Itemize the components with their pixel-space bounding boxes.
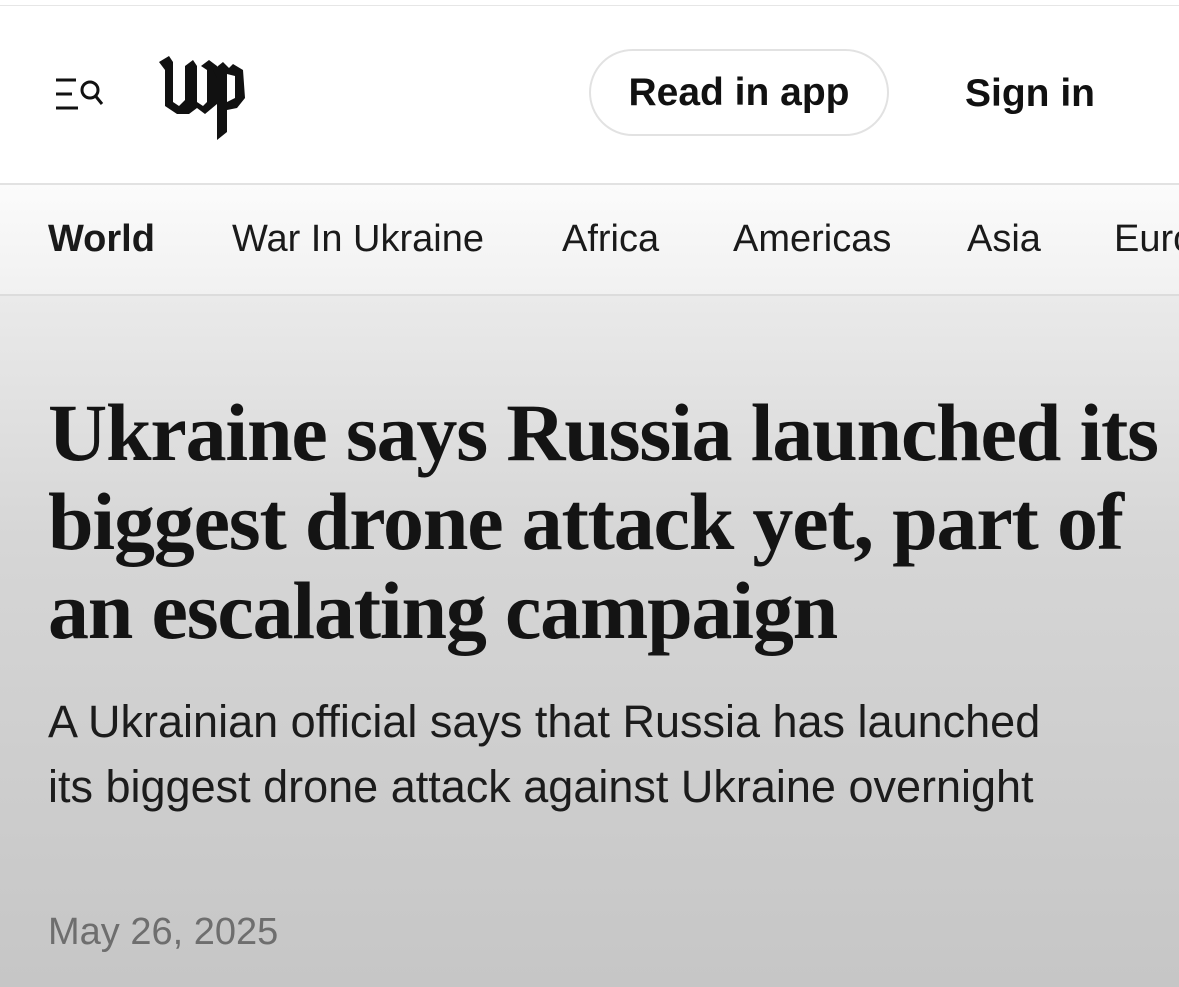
nav-item-africa[interactable]: Africa (562, 185, 659, 294)
read-in-app-button[interactable]: Read in app (589, 49, 889, 136)
article-hero: Ukraine says Russia launched its biggest… (0, 296, 1179, 987)
nav-item-asia[interactable]: Asia (967, 185, 1041, 294)
washington-post-logo[interactable] (155, 48, 255, 143)
nav-item-war-in-ukraine[interactable]: War In Ukraine (232, 185, 484, 294)
menu-search-button[interactable] (48, 68, 108, 120)
nav-item-americas[interactable]: Americas (733, 185, 891, 294)
nav-item-world[interactable]: World (48, 185, 155, 294)
site-header: Read in app Sign in (0, 6, 1179, 185)
article-date: May 26, 2025 (48, 911, 279, 953)
section-nav: World War In Ukraine Africa Americas Asi… (0, 185, 1179, 296)
article-headline[interactable]: Ukraine says Russia launched its biggest… (48, 388, 1168, 655)
wp-logo-mark (159, 56, 245, 140)
nav-item-europe[interactable]: Europe (1114, 185, 1179, 294)
menu-search-icon (56, 78, 104, 110)
article-dek: A Ukrainian official says that Russia ha… (48, 696, 1041, 812)
sign-in-link[interactable]: Sign in (950, 66, 1110, 122)
